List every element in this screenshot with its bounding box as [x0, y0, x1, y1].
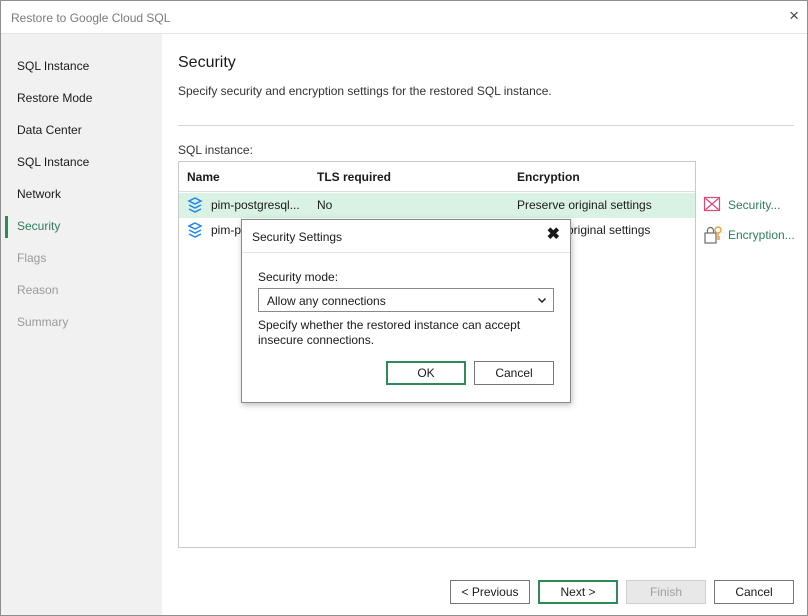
- chevron-down-icon: [538, 298, 546, 303]
- step-security[interactable]: Security: [17, 219, 60, 239]
- cancel-button[interactable]: Cancel: [714, 580, 794, 604]
- step-network[interactable]: Network: [17, 187, 61, 207]
- table-row[interactable]: pim-postgresql... No Preserve original s…: [179, 193, 695, 218]
- dialog-cancel-button[interactable]: Cancel: [474, 361, 554, 385]
- lock-key-icon: [704, 226, 722, 244]
- security-settings-dialog: Security Settings ✖ Security mode: Allow…: [241, 219, 571, 403]
- page-description: Specify security and encryption settings…: [178, 84, 552, 98]
- row-encryption: Preserve original settings: [517, 198, 652, 212]
- dialog-title: Security Settings: [252, 230, 343, 244]
- security-action-label: Security...: [728, 198, 781, 212]
- step-flags: Flags: [17, 251, 47, 265]
- shield-cross-icon: [703, 196, 721, 212]
- table-header: Name TLS required Encryption: [179, 162, 695, 192]
- title-bar: Restore to Google Cloud SQL ×: [1, 1, 807, 34]
- step-data-center[interactable]: Data Center: [17, 123, 82, 143]
- column-header-encryption[interactable]: Encryption: [517, 170, 580, 184]
- column-header-name[interactable]: Name: [187, 170, 220, 184]
- security-mode-select[interactable]: Allow any connections: [258, 288, 554, 312]
- sql-instance-label: SQL instance:: [178, 143, 253, 157]
- finish-button: Finish: [626, 580, 706, 604]
- page-title: Security: [178, 54, 236, 71]
- security-mode-label: Security mode:: [258, 270, 339, 284]
- window-close-icon[interactable]: ×: [789, 7, 799, 25]
- wizard-steps-sidebar: SQL Instance Restore Mode Data Center SQ…: [1, 34, 162, 615]
- step-summary: Summary: [17, 315, 69, 329]
- window-title: Restore to Google Cloud SQL: [11, 11, 171, 25]
- dialog-close-icon[interactable]: ✖: [547, 227, 560, 243]
- row-name: pim-postgresql...: [211, 198, 300, 212]
- dialog-title-bar: Security Settings ✖: [242, 220, 570, 253]
- encryption-action-label: Encryption...: [728, 228, 795, 242]
- step-restore-mode[interactable]: Restore Mode: [17, 91, 92, 111]
- previous-button[interactable]: < Previous: [450, 580, 530, 604]
- step-sql-instance[interactable]: SQL Instance: [17, 59, 89, 79]
- database-stack-icon: [187, 222, 203, 238]
- column-header-tls[interactable]: TLS required: [317, 170, 391, 184]
- security-mode-value: Allow any connections: [267, 294, 386, 308]
- next-button[interactable]: Next >: [538, 580, 618, 604]
- row-name: pim-p: [211, 223, 242, 237]
- security-mode-description: Specify whether the restored instance ca…: [258, 318, 521, 347]
- step-reason: Reason: [17, 283, 59, 297]
- database-stack-icon: [187, 197, 203, 213]
- row-tls: No: [317, 198, 333, 212]
- row-encryption: original settings: [567, 223, 651, 237]
- active-step-indicator: [5, 216, 8, 238]
- dialog-ok-button[interactable]: OK: [386, 361, 466, 385]
- header-divider: [178, 125, 794, 126]
- step-sql-instance-2[interactable]: SQL Instance: [17, 155, 89, 175]
- restore-wizard-window: Restore to Google Cloud SQL × SQL Instan…: [0, 0, 808, 616]
